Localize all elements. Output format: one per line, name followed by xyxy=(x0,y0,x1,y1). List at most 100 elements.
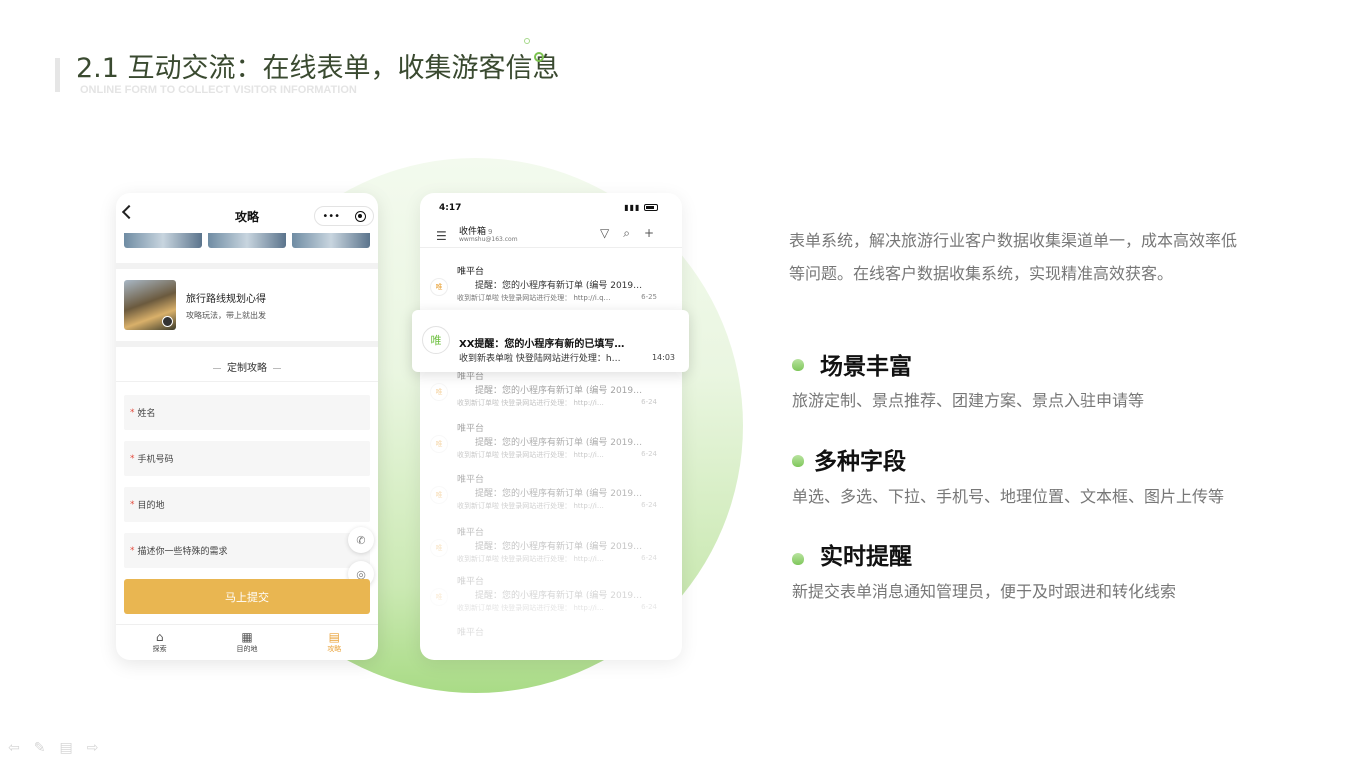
pen-icon[interactable]: ✎ xyxy=(34,740,46,756)
mail-subject: 提醒：您的小程序有新订单 (编号 2019… xyxy=(475,438,643,448)
field-label: 姓名 xyxy=(137,409,156,419)
required-mark: * xyxy=(130,499,135,510)
account-email: wwmshu@163.com xyxy=(459,236,518,243)
filter-icon[interactable]: ▽ xyxy=(600,226,609,241)
leaf-bullet-icon xyxy=(792,455,804,467)
required-mark: * xyxy=(130,545,135,556)
sender-avatar: 唯 xyxy=(430,539,448,557)
mail-item[interactable]: 唯 唯平台 提醒：您的小程序有新订单 (编号 2019… 收到新订单啦 快登录网… xyxy=(420,470,682,522)
battery-icon xyxy=(644,204,658,211)
mail-item[interactable]: 唯平台 xyxy=(420,623,682,660)
mail-date: 6-24 xyxy=(641,501,657,509)
close-target-icon[interactable] xyxy=(354,210,366,222)
grid-icon: ▦ xyxy=(241,630,253,644)
notification-title: XX提醒：您的小程序有新的已填写… xyxy=(459,339,625,350)
mail-sender: 唯平台 xyxy=(457,424,485,434)
decor-circle-small xyxy=(524,38,530,44)
mail-sender: 唯平台 xyxy=(457,577,485,587)
mail-date: 6-25 xyxy=(641,293,657,301)
new-form-notification[interactable]: 唯 XX提醒：您的小程序有新的已填写… 收到新表单啦 快登陆网站进行处理：h… … xyxy=(412,310,689,372)
decor-circle xyxy=(534,52,544,62)
field-label: 描述你一些特殊的需求 xyxy=(137,547,228,557)
required-mark: * xyxy=(130,453,135,464)
submit-button[interactable]: 马上提交 xyxy=(124,579,370,614)
mail-item[interactable]: 唯 唯平台 提醒：您的小程序有新订单 (编号 2019… 收到新订单啦 快登录网… xyxy=(420,523,682,575)
inbox-toolbar: ▽ ⌕ + xyxy=(600,226,654,241)
feature-title: 多种字段 xyxy=(814,449,906,475)
feature-desc: 旅游定制、景点推荐、团建方案、景点入驻申请等 xyxy=(792,391,1145,410)
mail-subject: 提醒：您的小程序有新订单 (编号 2019… xyxy=(475,281,643,291)
menu-icon[interactable]: ▤ xyxy=(59,740,72,756)
mail-preview: 收到新订单啦 快登录网站进行处理： http://i… xyxy=(457,399,604,407)
sender-avatar: 唯 xyxy=(430,278,448,296)
sender-avatar: 唯 xyxy=(430,383,448,401)
required-mark: * xyxy=(130,407,135,418)
slide-navigation: ⇦ ✎ ▤ ⇨ xyxy=(8,740,98,756)
thumbnail-image[interactable] xyxy=(292,233,370,248)
document-icon: ▤ xyxy=(328,630,340,644)
divider xyxy=(116,263,378,269)
search-icon[interactable]: ⌕ xyxy=(623,226,630,241)
tab-label: 目的地 xyxy=(236,645,258,653)
mail-subject: 提醒：您的小程序有新订单 (编号 2019… xyxy=(475,591,643,601)
thumbnail-image[interactable] xyxy=(124,233,202,248)
page-title: 2.1 互动交流：在线表单，收集游客信息 xyxy=(76,53,560,84)
tab-label: 攻略 xyxy=(327,645,342,653)
phone-number-field[interactable]: * 手机号码 xyxy=(124,441,370,476)
next-slide-icon[interactable]: ⇨ xyxy=(87,740,99,756)
title-accent-bar xyxy=(55,58,60,92)
leaf-bullet-icon xyxy=(792,553,804,565)
article-subtitle: 攻略玩法，带上就出发 xyxy=(186,311,266,320)
field-label: 目的地 xyxy=(137,501,165,511)
feature-title: 实时提醒 xyxy=(820,544,912,570)
mail-date: 6-24 xyxy=(641,450,657,458)
feature-desc: 单选、多选、下拉、手机号、地理位置、文本框、图片上传等 xyxy=(792,487,1225,506)
sender-avatar: 唯 xyxy=(430,486,448,504)
mini-program-capsule[interactable]: ••• xyxy=(314,206,374,226)
name-field[interactable]: * 姓名 xyxy=(124,395,370,430)
bottom-tab-bar: ⌂ 探索 ▦ 目的地 ▤ 攻略 xyxy=(116,624,378,660)
divider xyxy=(116,341,378,347)
mail-item[interactable]: 唯 唯平台 提醒：您的小程序有新订单 (编号 2019… 收到新订单啦 快登录网… xyxy=(420,572,682,624)
sender-avatar: 唯 xyxy=(430,435,448,453)
divider xyxy=(420,247,682,248)
mail-sender: 唯平台 xyxy=(457,475,485,485)
menu-icon[interactable]: ☰ xyxy=(436,229,447,243)
mail-sender: 唯平台 xyxy=(457,628,485,638)
mail-preview: 收到新订单啦 快登录网站进行处理： http://i… xyxy=(457,451,604,459)
feature-title: 场景丰富 xyxy=(820,354,912,380)
phone-inbox-mockup: 4:17 ▮▮▮ ☰ 收件箱 9 wwmshu@163.com ▽ ⌕ + 唯 唯… xyxy=(420,193,682,660)
phone-call-icon[interactable]: ✆ xyxy=(348,527,374,553)
add-icon[interactable]: + xyxy=(644,226,654,241)
mail-preview: 收到新订单啦 快登录网站进行处理： http://i.q… xyxy=(457,294,611,302)
tab-label: 探索 xyxy=(152,645,167,653)
requirements-field[interactable]: * 描述你一些特殊的需求 xyxy=(124,533,370,568)
more-icon[interactable]: ••• xyxy=(322,211,340,222)
page-subtitle: ONLINE FORM TO COLLECT VISITOR INFORMATI… xyxy=(80,84,357,96)
phone-form-mockup: 攻略 ••• 旅行路线规划心得 攻略玩法，带上就出发 定制攻略 * 姓名 * 手… xyxy=(116,193,378,660)
tab-explore[interactable]: ⌂ 探索 xyxy=(116,625,203,660)
notification-text: 收到新表单啦 快登陆网站进行处理：h… xyxy=(459,354,621,364)
article-title[interactable]: 旅行路线规划心得 xyxy=(186,290,266,305)
mail-item[interactable]: 唯 唯平台 提醒：您的小程序有新订单 (编号 2019… 收到新订单啦 快登录网… xyxy=(420,262,682,314)
mail-subject: 提醒：您的小程序有新订单 (编号 2019… xyxy=(475,489,643,499)
destination-field[interactable]: * 目的地 xyxy=(124,487,370,522)
divider xyxy=(116,381,378,382)
notification-avatar: 唯 xyxy=(422,326,450,354)
mail-item[interactable]: 唯 唯平台 提醒：您的小程序有新订单 (编号 2019… 收到新订单啦 快登录网… xyxy=(420,367,682,419)
mail-sender: 唯平台 xyxy=(457,267,485,277)
mail-date: 6-24 xyxy=(641,603,657,611)
prev-slide-icon[interactable]: ⇦ xyxy=(8,740,20,756)
play-icon xyxy=(162,316,173,327)
sender-avatar: 唯 xyxy=(430,588,448,606)
thumbnail-image[interactable] xyxy=(208,233,286,248)
mail-preview: 收到新订单啦 快登录网站进行处理： http://i… xyxy=(457,555,604,563)
tab-destination[interactable]: ▦ 目的地 xyxy=(203,625,290,660)
article-thumbnail[interactable] xyxy=(124,280,176,330)
field-label: 手机号码 xyxy=(137,455,174,465)
mail-preview: 收到新订单啦 快登录网站进行处理： http://i… xyxy=(457,604,604,612)
feature-desc: 新提交表单消息通知管理员，便于及时跟进和转化线索 xyxy=(792,582,1177,601)
tab-guide[interactable]: ▤ 攻略 xyxy=(291,625,378,660)
mail-item[interactable]: 唯 唯平台 提醒：您的小程序有新订单 (编号 2019… 收到新订单啦 快登录网… xyxy=(420,419,682,471)
mail-preview: 收到新订单啦 快登录网站进行处理： http://i… xyxy=(457,502,604,510)
